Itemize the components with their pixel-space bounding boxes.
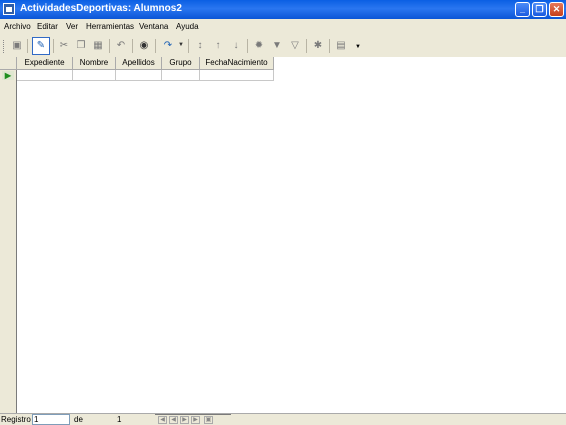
edit-mode-icon[interactable]: ✎ xyxy=(32,37,50,55)
toolbar-separator xyxy=(329,39,330,53)
row-header-column: ▶ xyxy=(0,70,17,413)
cut-icon[interactable]: ✂ xyxy=(57,39,71,53)
toolbar-separator xyxy=(247,39,248,53)
menu-archivo[interactable]: Archivo xyxy=(4,22,31,31)
autofilter-icon[interactable]: ✹ xyxy=(252,39,266,53)
toolbar-separator xyxy=(27,39,28,53)
new-row-cell-grupo[interactable] xyxy=(162,70,200,81)
toolbar-separator xyxy=(53,39,54,53)
find-icon[interactable]: ◉ xyxy=(137,39,151,53)
last-record-icon[interactable]: ▶ xyxy=(191,416,200,424)
toolbar-separator xyxy=(109,39,110,53)
toolbar-separator xyxy=(188,39,189,53)
first-record-icon[interactable]: ◀ xyxy=(158,416,167,424)
previous-record-icon[interactable]: ◀ xyxy=(169,416,178,424)
new-row-cell-nombre[interactable] xyxy=(73,70,116,81)
data-grid: ▶ Expediente Nombre Apellidos Grupo Fech… xyxy=(0,57,566,413)
toolbar-options-icon[interactable]: ▼ xyxy=(355,44,361,50)
apply-filter-icon[interactable]: ▼ xyxy=(270,39,284,53)
paste-icon[interactable]: ▦ xyxy=(91,39,105,53)
toolbar-grip[interactable] xyxy=(3,40,6,53)
new-record-icon[interactable]: ▣ xyxy=(204,416,213,424)
toolbar-separator xyxy=(155,39,156,53)
column-header-grupo[interactable]: Grupo xyxy=(162,57,200,70)
app-icon xyxy=(3,3,15,15)
undo-icon[interactable]: ↶ xyxy=(114,39,128,53)
record-total: 1 xyxy=(117,415,122,424)
standard-filter-icon[interactable]: ▽ xyxy=(288,39,302,53)
column-header-expediente[interactable]: Expediente xyxy=(17,57,73,70)
column-header-apellidos[interactable]: Apellidos xyxy=(116,57,162,70)
column-header-nombre[interactable]: Nombre xyxy=(73,57,116,70)
sort-icon[interactable]: ↕ xyxy=(193,39,207,53)
new-row-cell-expediente[interactable] xyxy=(17,70,73,81)
sort-ascending-icon[interactable]: ↑ xyxy=(211,39,225,53)
remove-filter-icon[interactable]: ✱ xyxy=(311,39,325,53)
window-title: ActividadesDeportivas: Alumnos2 xyxy=(20,3,182,14)
minimize-button[interactable]: _ xyxy=(515,2,530,17)
toolbar: ▣ ✎ ✂ ❐ ▦ ↶ ◉ ↷ ▼ ↕ ↑ ↓ ✹ ▼ ▽ ✱ ▤ ▼ xyxy=(0,36,566,58)
menu-ver[interactable]: Ver xyxy=(66,22,78,31)
new-row-cell-apellidos[interactable] xyxy=(116,70,162,81)
grid-corner[interactable] xyxy=(0,57,17,70)
toolbar-separator xyxy=(306,39,307,53)
record-label: Registro xyxy=(1,415,31,424)
save-icon[interactable]: ▣ xyxy=(10,39,24,53)
record-number-input[interactable]: 1 xyxy=(32,414,70,425)
menu-ventana[interactable]: Ventana xyxy=(139,22,168,31)
new-record-row-marker[interactable]: ▶ xyxy=(2,71,14,80)
next-record-icon[interactable]: ▶ xyxy=(180,416,189,424)
of-label: de xyxy=(74,415,83,424)
redo-icon[interactable]: ↷ xyxy=(161,39,175,53)
menu-herramientas[interactable]: Herramientas xyxy=(86,22,134,31)
title-bar: ActividadesDeportivas: Alumnos2 _ ❐ ✕ xyxy=(0,0,566,19)
menu-editar[interactable]: Editar xyxy=(37,22,58,31)
menu-bar: Archivo Editar Ver Herramientas Ventana … xyxy=(0,19,566,35)
column-header-fechanacimiento[interactable]: FechaNacimiento xyxy=(200,57,274,70)
toolbar-separator xyxy=(132,39,133,53)
record-navigation-bar: Registro 1 de 1 ◀ ◀ ▶ ▶ ▣ xyxy=(0,413,566,425)
menu-ayuda[interactable]: Ayuda xyxy=(176,22,199,31)
maximize-button[interactable]: ❐ xyxy=(532,2,547,17)
copy-icon[interactable]: ❐ xyxy=(74,39,88,53)
close-button[interactable]: ✕ xyxy=(549,2,564,17)
new-row-cell-fechanacimiento[interactable] xyxy=(200,70,274,81)
sort-descending-icon[interactable]: ↓ xyxy=(229,39,243,53)
redo-dropdown-icon[interactable]: ▼ xyxy=(178,42,184,48)
data-to-text-icon[interactable]: ▤ xyxy=(334,39,348,53)
